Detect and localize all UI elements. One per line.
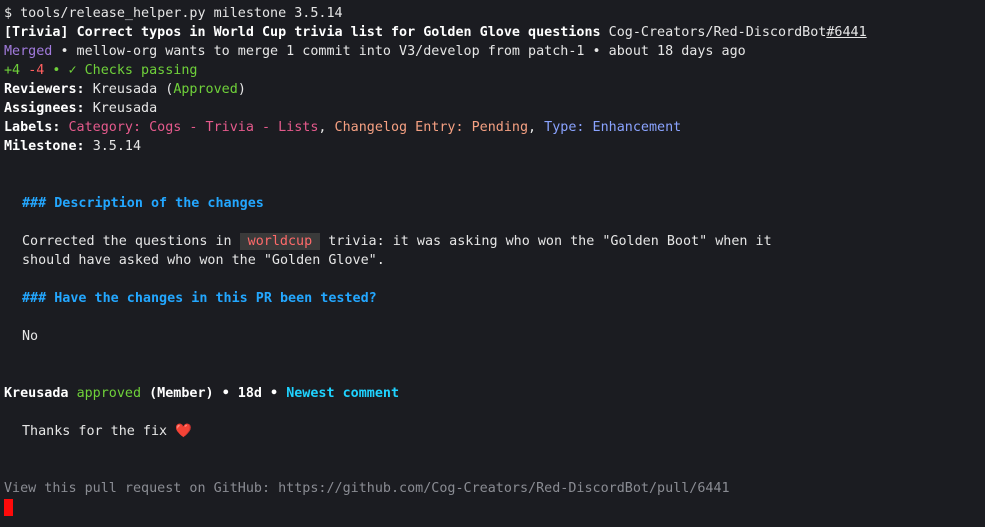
reviewers-label: Reviewers: bbox=[4, 82, 85, 97]
pr-state-line: Merged • mellow-org wants to merge 1 com… bbox=[4, 42, 981, 61]
additions-count: +4 bbox=[4, 63, 21, 78]
footer-line[interactable]: View this pull request on GitHub: https:… bbox=[4, 479, 981, 498]
para-text: Corrected the questions in bbox=[22, 234, 240, 249]
comment-body: Thanks for the fix ❤️ bbox=[4, 422, 981, 441]
pr-state-badge: Merged bbox=[4, 44, 53, 59]
label-separator: , bbox=[318, 120, 327, 135]
pr-repo[interactable]: Cog-Creators/Red-DiscordBot bbox=[609, 25, 827, 40]
body-heading-description: ### Description of the changes bbox=[4, 194, 981, 213]
pr-diffstat-line: +4 -4 • ✓ Checks passing bbox=[4, 61, 981, 80]
milestone-value: 3.5.14 bbox=[92, 139, 142, 154]
comment-age: • 18d • bbox=[221, 386, 279, 401]
pr-number[interactable]: #6441 bbox=[826, 25, 866, 40]
body-paragraph-line-1: Corrected the questions in worldcup triv… bbox=[4, 232, 981, 251]
pr-tag: [Trivia] bbox=[4, 25, 69, 40]
comment-header: Kreusada approved (Member) • 18d • Newes… bbox=[4, 384, 981, 403]
labels-label: Labels: bbox=[4, 120, 61, 135]
label-changelog: Changelog Entry: Pending bbox=[334, 120, 529, 135]
body-heading-tested: ### Have the changes in this PR been tes… bbox=[4, 289, 981, 308]
reviewer-status: Approved bbox=[173, 82, 238, 97]
comment-author: Kreusada bbox=[4, 386, 69, 401]
cursor-line bbox=[4, 498, 981, 517]
reviewer-status-open: ( bbox=[157, 82, 174, 97]
command-text: tools/release_helper.py milestone 3.5.14 bbox=[20, 6, 343, 21]
pr-title: Correct typos in World Cup trivia list f… bbox=[76, 25, 601, 40]
body-paragraph-tested: No bbox=[4, 327, 981, 346]
assignees-line: Assignees: Kreusada bbox=[4, 99, 981, 118]
reviewer-name: Kreusada bbox=[92, 82, 158, 97]
label-separator: , bbox=[528, 120, 537, 135]
assignee-name: Kreusada bbox=[92, 101, 158, 116]
prompt-symbol: $ bbox=[4, 6, 13, 21]
comment-action: approved bbox=[76, 386, 142, 401]
assignees-label: Assignees: bbox=[4, 101, 85, 116]
reviewers-line: Reviewers: Kreusada (Approved) bbox=[4, 80, 981, 99]
reviewer-status-close: ) bbox=[237, 82, 246, 97]
para-text: trivia: it was asking who won the "Golde… bbox=[320, 234, 772, 249]
deletions-count: -4 bbox=[28, 63, 45, 78]
github-link[interactable]: View this pull request on GitHub: https:… bbox=[4, 481, 730, 496]
heading-tested: ### Have the changes in this PR been tes… bbox=[22, 291, 377, 306]
command-line: $ tools/release_helper.py milestone 3.5.… bbox=[4, 4, 981, 23]
terminal-window: $ tools/release_helper.py milestone 3.5.… bbox=[0, 0, 985, 527]
pr-title-line: [Trivia] Correct typos in World Cup triv… bbox=[4, 23, 981, 42]
checks-status: • ✓ Checks passing bbox=[52, 63, 198, 78]
milestone-label: Milestone: bbox=[4, 139, 85, 154]
para-text: should have asked who won the "Golden Gl… bbox=[22, 253, 385, 268]
body-paragraph-line-2: should have asked who won the "Golden Gl… bbox=[4, 251, 981, 270]
comment-text: Thanks for the fix bbox=[22, 424, 168, 439]
inline-code: worldcup bbox=[239, 233, 321, 250]
heading-description: ### Description of the changes bbox=[22, 196, 264, 211]
labels-line: Labels: Category: Cogs - Trivia - Lists,… bbox=[4, 118, 981, 137]
label-type-key: Type: bbox=[544, 120, 585, 135]
milestone-line: Milestone: 3.5.14 bbox=[4, 137, 981, 156]
pr-merge-text: • mellow-org wants to merge 1 commit int… bbox=[60, 44, 746, 59]
newest-comment-badge: Newest comment bbox=[286, 386, 400, 401]
para-text: No bbox=[22, 329, 39, 344]
cursor-block[interactable] bbox=[4, 498, 13, 516]
heart-icon: ❤️ bbox=[175, 424, 192, 439]
label-type-value: Enhancement bbox=[592, 120, 682, 135]
label-category: Category: Cogs - Trivia - Lists bbox=[68, 120, 319, 135]
comment-role: (Member) bbox=[149, 386, 214, 401]
